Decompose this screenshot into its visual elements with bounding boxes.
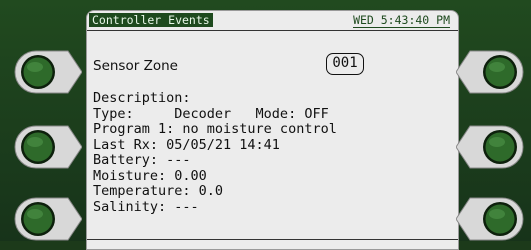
type-mode-line: Type: Decoder Mode: OFF [93, 105, 329, 122]
soft-key-right-2[interactable] [456, 125, 524, 169]
sensor-zone-label: Sensor Zone [93, 58, 178, 74]
description-line: Description: [93, 90, 191, 106]
title-bar: Controller Events WED 5:43:40 PM [87, 11, 458, 31]
screen-title: Controller Events [89, 13, 213, 27]
program-line: Program 1: no moisture control [93, 121, 337, 137]
soft-key-right-1[interactable] [456, 50, 524, 94]
salinity-line: Salinity: --- [93, 198, 199, 215]
soft-key-left-2[interactable] [14, 125, 82, 169]
temperature-line: Temperature: 0.0 [93, 183, 224, 199]
clock-display: WED 5:43:40 PM [353, 13, 450, 28]
soft-key-right-3[interactable] [456, 197, 524, 241]
clock-text: WED 5:43:40 PM [353, 13, 450, 28]
battery-line: Battery: --- [93, 152, 191, 168]
lcd-screen: Controller Events WED 5:43:40 PM Sensor … [86, 10, 459, 250]
sensor-zone-number-field[interactable]: 001 [326, 53, 364, 75]
soft-key-left-3[interactable] [14, 197, 82, 241]
moisture-line: Moisture: 0.00 [93, 167, 207, 184]
sensor-details: Description: Type: Decoder Mode: OFF Progr… [93, 90, 337, 215]
bottom-divider [87, 239, 458, 240]
last-rx-line: Last Rx: 05/05/21 14:41 [93, 136, 280, 153]
soft-key-left-1[interactable] [14, 50, 82, 94]
